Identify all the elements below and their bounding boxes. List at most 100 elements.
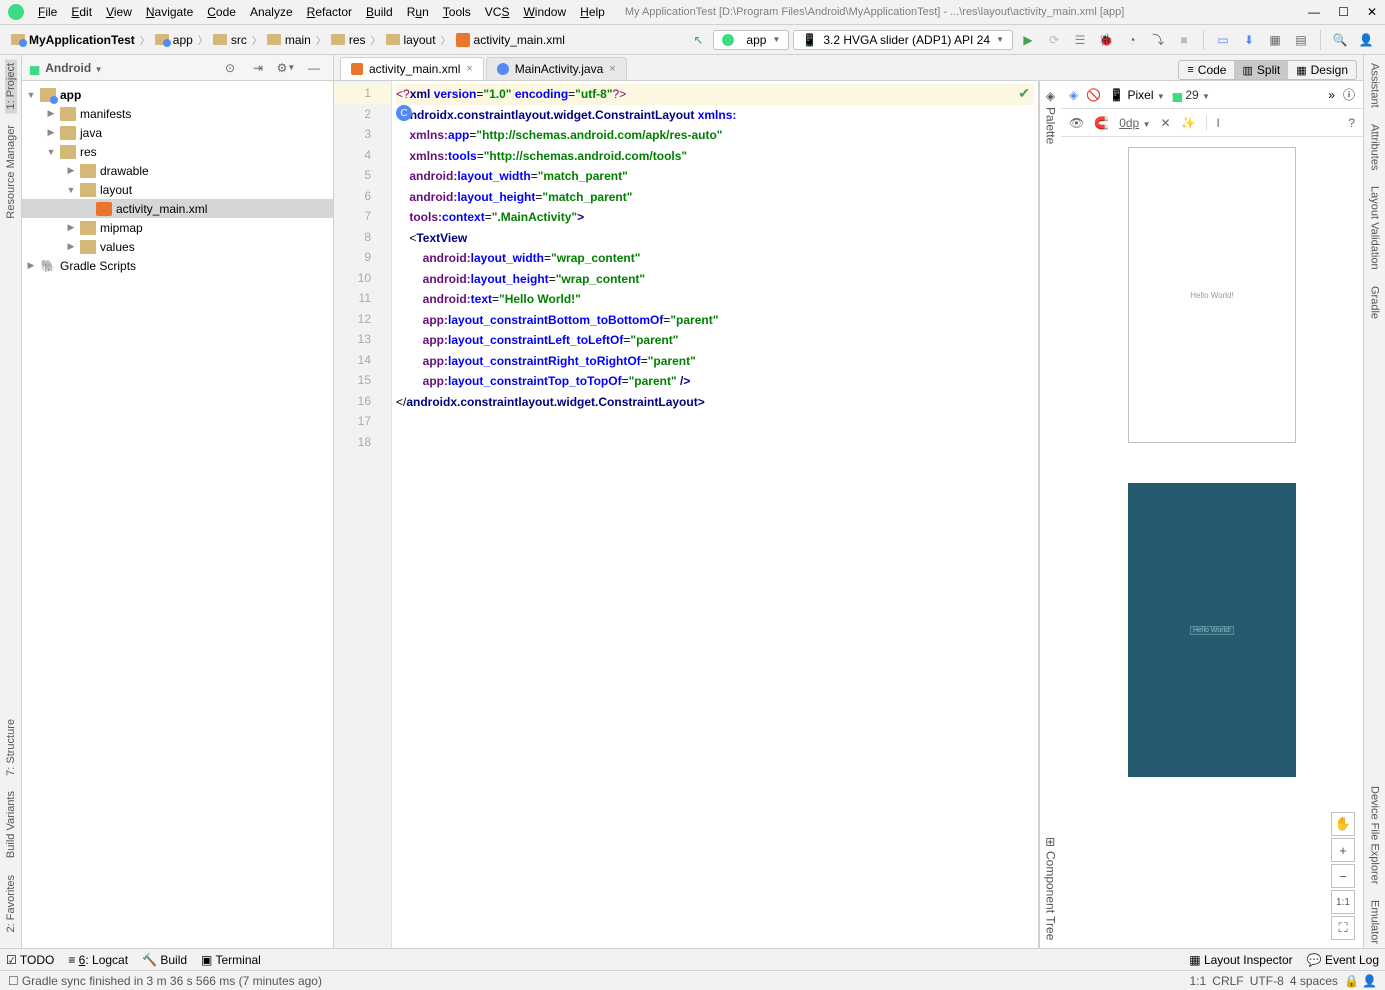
breadcrumb-item[interactable]: app [152, 32, 196, 48]
stop-button[interactable]: ■ [1173, 29, 1195, 51]
tool-layout-validation[interactable]: Layout Validation [1369, 182, 1381, 274]
menu-run[interactable]: Run [401, 3, 435, 21]
view-code-button[interactable]: ≡ Code [1179, 61, 1234, 79]
close-icon[interactable]: × [466, 63, 472, 75]
debug-button[interactable]: ☰ [1069, 29, 1091, 51]
warnings-button[interactable]: ⓘ [1343, 86, 1355, 103]
menu-edit[interactable]: Edit [65, 3, 98, 21]
tool-todo[interactable]: ☑ TODO [6, 953, 54, 967]
menu-file[interactable]: File [32, 3, 63, 21]
tool-event-log[interactable]: 💬 Event Log [1307, 953, 1379, 967]
collapse-button[interactable]: ⇥ [247, 57, 269, 79]
tool-attributes[interactable]: Attributes [1369, 120, 1381, 174]
breadcrumb-item[interactable]: layout [383, 32, 439, 48]
menu-build[interactable]: Build [360, 3, 399, 21]
tree-node-mipmap[interactable]: ▶mipmap [22, 218, 333, 237]
component-tree-tab[interactable]: ⊞ Component Tree [1044, 829, 1058, 948]
attach-button[interactable]: ⤵ [1147, 29, 1169, 51]
infer-constraints-button[interactable]: ✨ [1181, 116, 1196, 130]
line-ending[interactable]: CRLF [1212, 974, 1243, 988]
align-button[interactable]: I [1217, 116, 1220, 130]
view-design-button[interactable]: ▦ Design [1288, 61, 1356, 79]
tool-emulator[interactable]: Emulator [1369, 896, 1381, 948]
api-selector[interactable]: ▅ 29 ▼ [1173, 88, 1210, 102]
project-tree[interactable]: ▼app ▶manifests ▶java ▼res ▶drawable ▼la… [22, 81, 333, 948]
magnet-button[interactable]: 🧲 [1094, 116, 1109, 130]
tab-activity-main[interactable]: activity_main.xml× [340, 57, 484, 80]
clear-constraints-button[interactable]: ✕ [1160, 116, 1170, 130]
user-button[interactable]: 👤 [1355, 29, 1377, 51]
eye-button[interactable]: 👁 [1069, 116, 1084, 130]
tree-node-activity-main[interactable]: activity_main.xml [22, 199, 333, 218]
zoom-reset-button[interactable]: 1:1 [1331, 890, 1355, 914]
preview-area[interactable]: Hello World! Hello World! ✋ + − 1:1 ⛶ [1061, 137, 1363, 948]
run-button[interactable]: ▶ [1017, 29, 1039, 51]
tool-layout-inspector[interactable]: ▦ Layout Inspector [1189, 953, 1292, 967]
menu-navigate[interactable]: Navigate [140, 3, 199, 21]
breadcrumb-item[interactable]: MyApplicationTest [8, 32, 138, 48]
sync-button[interactable]: ↖ [687, 29, 709, 51]
locate-button[interactable]: ⊙ [219, 57, 241, 79]
view-split-button[interactable]: ▥ Split [1234, 61, 1288, 79]
tool-build-variants[interactable]: Build Variants [5, 787, 17, 862]
default-margins[interactable]: 0dp ▼ [1119, 116, 1150, 130]
search-button[interactable]: 🔍 [1329, 29, 1351, 51]
tree-node-drawable[interactable]: ▶drawable [22, 161, 333, 180]
breadcrumb-item[interactable]: activity_main.xml [453, 32, 568, 48]
menu-tools[interactable]: Tools [437, 3, 477, 21]
tool-project[interactable]: 1: Project [5, 59, 17, 113]
layout-inspector-button[interactable]: ▦ [1264, 29, 1286, 51]
blueprint-preview[interactable]: Hello World! [1128, 483, 1296, 777]
tool-resource-manager[interactable]: Resource Manager [5, 121, 17, 223]
menu-window[interactable]: Window [517, 3, 572, 21]
menu-vcs[interactable]: VCS [479, 3, 516, 21]
menu-refactor[interactable]: Refactor [301, 3, 358, 21]
overflow-button[interactable]: » [1328, 88, 1335, 102]
tool-gradle[interactable]: Gradle [1369, 282, 1381, 323]
tree-node-manifests[interactable]: ▶manifests [22, 104, 333, 123]
run-config-dropdown[interactable]: app ▼ [713, 30, 789, 50]
hide-button[interactable]: — [303, 57, 325, 79]
device-dropdown[interactable]: 📱 3.2 HVGA slider (ADP1) API 24 ▼ [793, 30, 1013, 50]
menu-code[interactable]: Code [201, 3, 242, 21]
menu-analyze[interactable]: Analyze [244, 3, 299, 21]
preview-textview[interactable]: Hello World! [1190, 291, 1233, 300]
indent[interactable]: 4 spaces [1290, 974, 1338, 988]
design-surface-button[interactable]: ◈ [1069, 88, 1078, 102]
project-view-selector[interactable]: Android ▼ [45, 61, 213, 75]
tree-node-gradle[interactable]: ▶🐘Gradle Scripts [22, 256, 333, 275]
tab-main-activity[interactable]: MainActivity.java× [486, 57, 627, 80]
breadcrumb-item[interactable]: main [264, 32, 314, 48]
tool-terminal[interactable]: ▣ Terminal [201, 953, 261, 967]
tool-favorites[interactable]: 2: Favorites [5, 871, 17, 936]
avd-button[interactable]: ▭ [1212, 29, 1234, 51]
breadcrumb-item[interactable]: res [328, 32, 369, 48]
apply-changes-button[interactable]: ⟳ [1043, 29, 1065, 51]
tree-node-layout[interactable]: ▼layout [22, 180, 333, 199]
bug-button[interactable]: 🐞 [1095, 29, 1117, 51]
tree-node-app[interactable]: ▼app [22, 85, 333, 104]
zoom-in-button[interactable]: + [1331, 838, 1355, 862]
profile-button[interactable]: ◔ [1121, 29, 1143, 51]
blueprint-textview[interactable]: Hello World! [1190, 626, 1234, 635]
close-button[interactable]: ✕ [1367, 5, 1377, 19]
code-content[interactable]: <?xml version="1.0" encoding="utf-8"?><a… [392, 81, 1038, 948]
resource-manager-button[interactable]: ▤ [1290, 29, 1312, 51]
code-editor[interactable]: 123456789101112131415161718 <?xml versio… [334, 81, 1039, 948]
tool-device-explorer[interactable]: Device File Explorer [1369, 782, 1381, 888]
settings-button[interactable]: ⚙ ▼ [275, 57, 297, 79]
tool-build[interactable]: 🔨 Build [142, 953, 187, 967]
zoom-fit-button[interactable]: ⛶ [1331, 916, 1355, 940]
device-selector[interactable]: 📱 Pixel ▼ [1109, 88, 1165, 102]
help-button[interactable]: ? [1348, 116, 1355, 130]
tree-node-res[interactable]: ▼res [22, 142, 333, 161]
lock-icon[interactable]: 🔒 [1344, 974, 1359, 988]
zoom-out-button[interactable]: − [1331, 864, 1355, 888]
tree-node-java[interactable]: ▶java [22, 123, 333, 142]
sdk-button[interactable]: ⬇ [1238, 29, 1260, 51]
cursor-position[interactable]: 1:1 [1189, 974, 1206, 988]
design-preview[interactable]: Hello World! [1128, 147, 1296, 443]
menu-help[interactable]: Help [574, 3, 611, 21]
palette-tab[interactable]: ◈ Palette [1044, 81, 1058, 152]
tool-assistant[interactable]: Assistant [1369, 59, 1381, 112]
